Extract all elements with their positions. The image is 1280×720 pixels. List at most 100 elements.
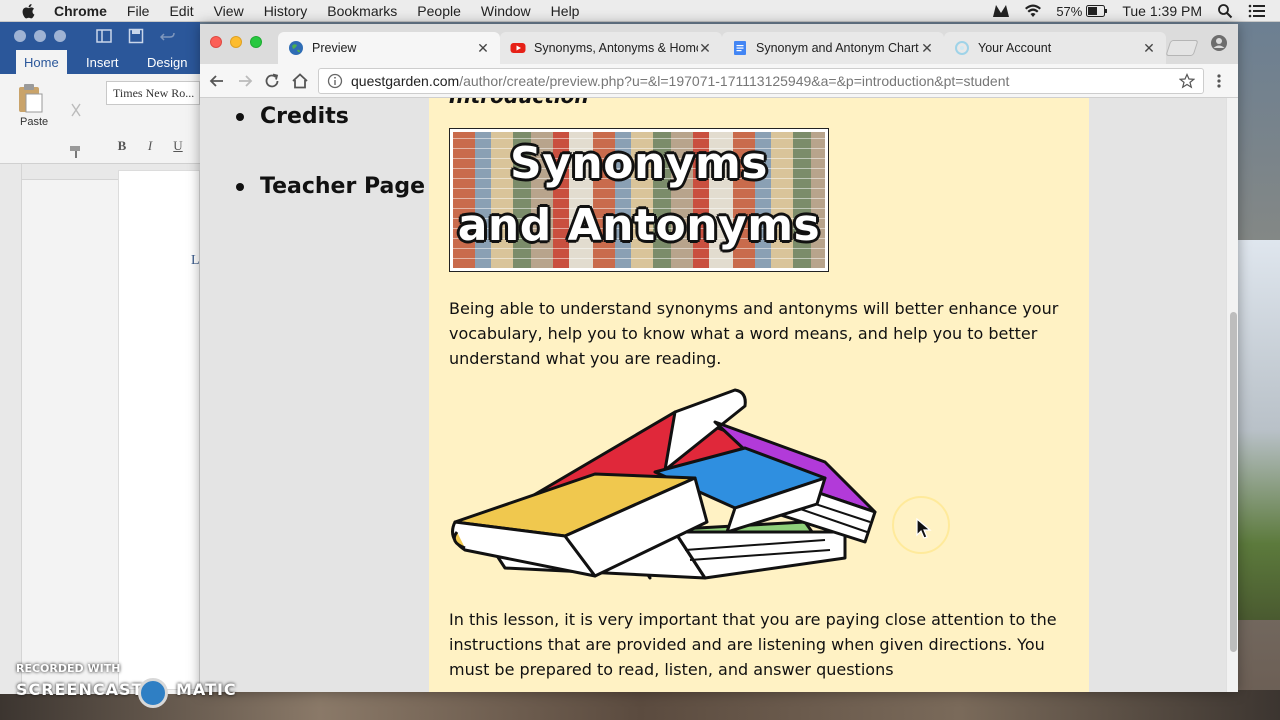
m-app-icon[interactable]: [992, 3, 1010, 19]
menu-clock[interactable]: Tue 1:39 PM: [1122, 3, 1202, 19]
desktop-wallpaper-house: [1238, 240, 1280, 620]
bookmark-star-icon[interactable]: [1179, 73, 1195, 89]
nav-item-label: Credits: [260, 104, 349, 129]
menu-bar-status: 57% Tue 1:39 PM: [992, 0, 1280, 22]
menu-file[interactable]: File: [127, 3, 150, 19]
books-illustration: [451, 388, 877, 580]
back-icon[interactable]: [208, 72, 226, 90]
menu-edit[interactable]: Edit: [169, 3, 193, 19]
watermark-screencast: SCREENCAST: [16, 680, 144, 699]
word-tab-home[interactable]: Home: [16, 50, 67, 74]
chrome-zoom-button[interactable]: [250, 36, 262, 48]
tab-close-icon[interactable]: ✕: [698, 40, 712, 57]
chrome-toolbar: questgarden.com /author/create/preview.p…: [200, 64, 1238, 98]
paste-label: Paste: [20, 116, 49, 128]
section-heading: Introduction: [449, 98, 589, 108]
tab-your-account[interactable]: Your Account ✕: [944, 32, 1166, 64]
wifi-icon[interactable]: [1024, 3, 1042, 19]
tab-close-icon[interactable]: ✕: [476, 40, 490, 57]
chrome-close-button[interactable]: [210, 36, 222, 48]
battery-icon[interactable]: [1086, 3, 1108, 19]
nav-item-credits[interactable]: Credits: [236, 104, 349, 129]
loading-icon: [955, 41, 969, 55]
instructions-paragraph: In this lesson, it is very important tha…: [449, 610, 1057, 679]
word-document-page[interactable]: L: [118, 170, 200, 690]
chrome-minimize-button[interactable]: [230, 36, 242, 48]
word-tab-insert[interactable]: Insert: [86, 55, 119, 70]
page-viewport: Credits Teacher Page Introduction Synony…: [200, 98, 1238, 692]
tab-close-icon[interactable]: ✕: [1142, 40, 1156, 57]
paste-icon[interactable]: [16, 82, 44, 114]
word-page-text: L: [191, 253, 200, 268]
word-tab-design[interactable]: Design: [147, 55, 187, 70]
apple-icon[interactable]: [20, 2, 38, 20]
notification-center-icon[interactable]: [1248, 3, 1266, 19]
tab-title: Synonyms, Antonyms & Homophones: [534, 41, 698, 55]
underline-button[interactable]: U: [168, 136, 188, 156]
screencast-watermark: RECORDED WITH SCREENCAST MATIC: [16, 662, 246, 712]
chrome-window: Preview ✕ Synonyms, Antonyms & Homophone…: [200, 24, 1238, 692]
home-icon[interactable]: [291, 72, 309, 90]
word-minimize-button[interactable]: [34, 30, 46, 42]
tab-synonym-chart[interactable]: Synonym and Antonym Chart ✕: [722, 32, 944, 64]
tab-title: Your Account: [978, 41, 1052, 55]
profile-icon[interactable]: [1210, 34, 1228, 52]
tab-title: Preview: [312, 41, 357, 55]
page-content: Introduction Synonyms and Antonyms Being…: [429, 98, 1089, 692]
word-window: Home Insert Design Paste Times New Ro...…: [0, 22, 200, 694]
menu-help[interactable]: Help: [551, 3, 580, 19]
tab-synonyms-video[interactable]: Synonyms, Antonyms & Homophones ✕: [500, 32, 722, 64]
tab-preview[interactable]: Preview ✕: [278, 32, 500, 64]
word-close-button[interactable]: [14, 30, 26, 42]
word-titlebar: [0, 22, 200, 50]
banner-word-collage: Synonyms and Antonyms: [453, 132, 825, 268]
watermark-logo-icon: [138, 678, 168, 708]
battery-percent: 57%: [1056, 3, 1083, 19]
youtube-icon: [510, 43, 526, 53]
url-host: questgarden.com: [351, 73, 460, 89]
save-icon[interactable]: [128, 28, 144, 44]
nav-item-teacher-page[interactable]: Teacher Page: [236, 174, 425, 199]
tab-title: Synonym and Antonym Chart: [756, 41, 919, 55]
scrollbar-thumb[interactable]: [1230, 312, 1237, 652]
italic-button[interactable]: I: [140, 136, 160, 156]
chrome-tab-strip: Preview ✕ Synonyms, Antonyms & Homophone…: [200, 24, 1238, 64]
format-painter-icon[interactable]: [68, 144, 84, 160]
bold-button[interactable]: B: [112, 136, 132, 156]
new-tab-button[interactable]: [1165, 40, 1199, 56]
page-sidebar-nav: Credits Teacher Page: [200, 98, 428, 692]
bullet: [236, 112, 244, 121]
word-ribbon: Paste Times New Ro... B I U: [0, 74, 200, 164]
forward-icon[interactable]: [236, 72, 254, 90]
synonyms-antonyms-banner: Synonyms and Antonyms: [449, 128, 829, 272]
chrome-menu-icon[interactable]: [1214, 72, 1224, 90]
mac-menu-bar: Chrome File Edit View History Bookmarks …: [0, 0, 1280, 22]
address-bar[interactable]: questgarden.com /author/create/preview.p…: [318, 68, 1204, 94]
word-zoom-button[interactable]: [54, 30, 66, 42]
menu-view[interactable]: View: [214, 3, 244, 19]
page-scrollbar[interactable]: [1226, 98, 1238, 692]
menu-bookmarks[interactable]: Bookmarks: [327, 3, 397, 19]
reload-icon[interactable]: [263, 72, 281, 90]
info-icon[interactable]: [327, 73, 343, 89]
spotlight-search-icon[interactable]: [1216, 3, 1234, 19]
menu-app-name[interactable]: Chrome: [54, 3, 107, 19]
cut-icon[interactable]: [68, 102, 84, 118]
banner-title-line1: Synonyms: [510, 138, 768, 189]
sidebar-toggle-icon[interactable]: [96, 28, 112, 44]
watermark-matic: MATIC: [176, 680, 237, 699]
tab-close-icon[interactable]: ✕: [920, 40, 934, 57]
menu-people[interactable]: People: [417, 3, 461, 19]
word-ribbon-tabs: Home Insert Design: [0, 50, 200, 74]
nav-item-label: Teacher Page: [260, 174, 426, 199]
word-vertical-ruler: [0, 164, 22, 694]
font-name-select[interactable]: Times New Ro...: [106, 81, 200, 105]
watermark-recorded-with: RECORDED WITH: [16, 662, 121, 675]
page-right-margin: [1089, 98, 1229, 692]
globe-icon: [289, 41, 303, 55]
url-path: /author/create/preview.php?u=&l=197071-1…: [459, 73, 1010, 89]
menu-window[interactable]: Window: [481, 3, 531, 19]
banner-title-line2: and Antonyms: [457, 200, 821, 251]
menu-history[interactable]: History: [264, 3, 308, 19]
undo-icon[interactable]: [160, 28, 176, 44]
